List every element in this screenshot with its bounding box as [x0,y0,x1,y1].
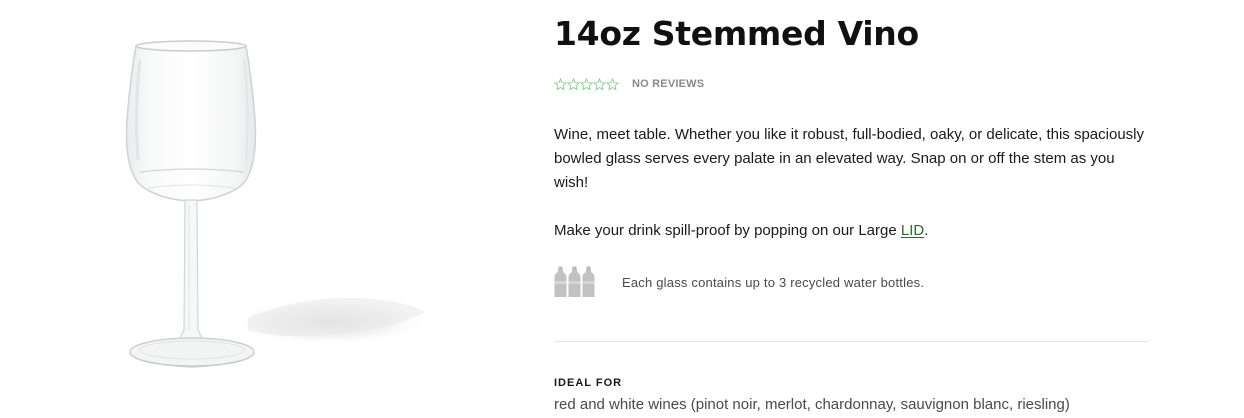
lid-link[interactable]: LID [901,222,924,239]
recycled-bottles-text: Each glass contains up to 3 recycled wat… [622,274,925,290]
ideal-for-text: red and white wines (pinot noir, merlot,… [554,396,1070,413]
star-outline-icon [580,77,593,90]
section-divider [554,341,1148,342]
star-outline-icon [567,77,580,90]
lid-promo-prefix: Make your drink spill-proof by popping o… [554,222,901,239]
product-title: 14oz Stemmed Vino [554,14,919,53]
product-description: Wine, meet table. Whether you like it ro… [554,126,1145,191]
water-bottle-icon [582,266,595,297]
rating-row: NO REVIEWS [554,76,704,92]
lid-promo-suffix: . [924,222,929,239]
star-rating[interactable] [554,77,619,91]
reviews-link[interactable]: NO REVIEWS [632,78,704,90]
recycled-info: Each glass contains up to 3 recycled wat… [554,266,924,298]
water-bottle-icon [554,266,567,297]
star-outline-icon [593,77,606,90]
star-outline-icon [606,77,619,90]
star-outline-icon [554,77,567,90]
water-bottle-icon [568,266,581,297]
product-image[interactable] [0,0,520,418]
recycled-bottles-icon-group [554,266,598,298]
lid-promo-text: Make your drink spill-proof by popping o… [554,219,928,243]
wine-glass-image [125,40,430,368]
ideal-for-heading: IDEAL FOR [554,377,623,389]
